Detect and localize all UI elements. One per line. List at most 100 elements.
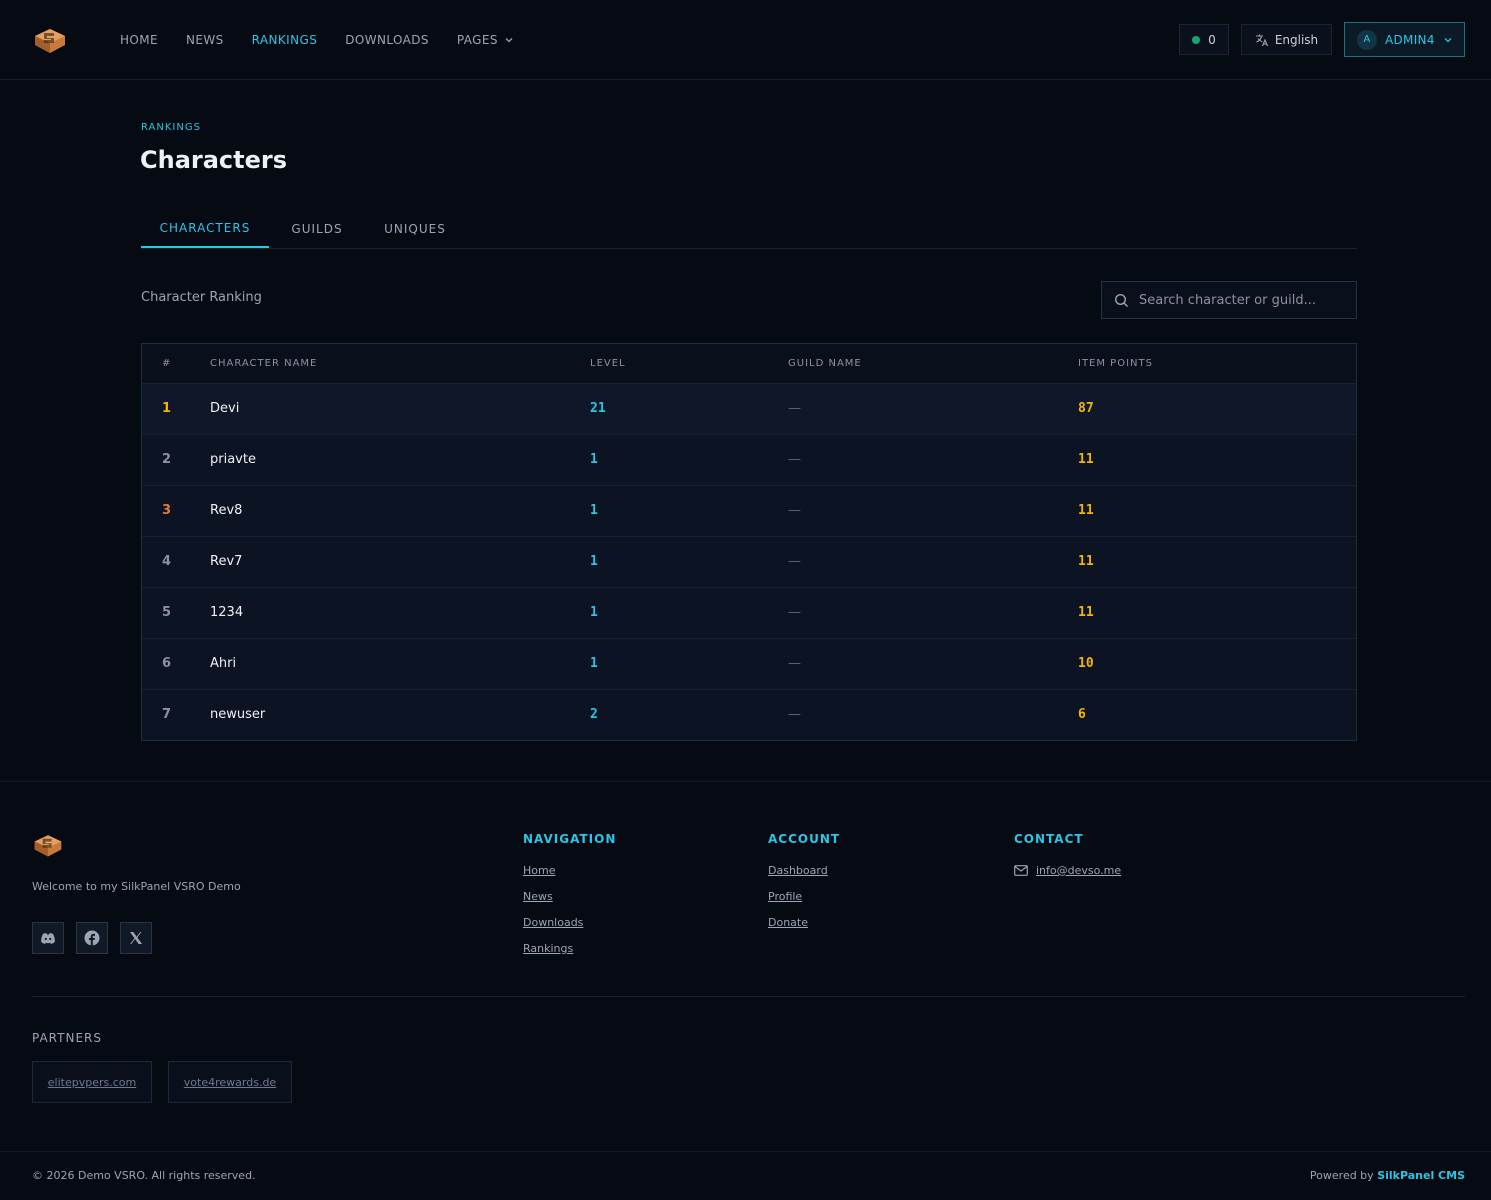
- translate-icon: [1255, 34, 1268, 46]
- chevron-down-icon: [505, 38, 513, 43]
- footer-link-news[interactable]: News: [523, 890, 553, 903]
- character-name-cell[interactable]: Rev7: [210, 554, 242, 569]
- nav-home[interactable]: HOME: [120, 33, 158, 47]
- mail-icon: [1014, 865, 1028, 876]
- character-name-cell[interactable]: Rev8: [210, 503, 242, 518]
- nav-rankings[interactable]: RANKINGS: [252, 33, 318, 47]
- table-row[interactable]: 5 1234 1 — 11: [142, 588, 1356, 639]
- nav-news[interactable]: NEWS: [186, 33, 224, 47]
- item-points-cell: 11: [1078, 554, 1094, 569]
- character-name-cell[interactable]: priavte: [210, 452, 256, 467]
- item-points-cell: 6: [1078, 707, 1086, 722]
- chevron-down-icon: [1444, 37, 1452, 42]
- facebook-button[interactable]: [76, 922, 108, 954]
- guild-name-cell: —: [788, 656, 801, 671]
- rank-cell: 1: [162, 401, 172, 416]
- nav-pages[interactable]: PAGES: [457, 33, 514, 47]
- user-menu-button[interactable]: A ADMIN4: [1344, 22, 1465, 57]
- logo-icon[interactable]: [32, 24, 68, 56]
- footer-link-dashboard[interactable]: Dashboard: [768, 864, 828, 877]
- section-label: Character Ranking: [141, 290, 262, 305]
- ranking-table: # CHARACTER NAME LEVEL GUILD NAME ITEM P…: [141, 343, 1357, 741]
- contact-email-link[interactable]: info@devso.me: [1036, 864, 1121, 877]
- guild-name-cell: —: [788, 707, 801, 722]
- username: ADMIN4: [1385, 32, 1435, 47]
- level-cell: 21: [590, 401, 606, 416]
- site-footer: [0, 781, 1491, 1200]
- rank-cell: 5: [162, 605, 172, 620]
- level-cell: 1: [590, 452, 598, 467]
- guild-name-cell: —: [788, 452, 801, 467]
- tab-uniques[interactable]: UNIQUES: [369, 210, 461, 248]
- header-guild-name[interactable]: GUILD NAME: [788, 358, 862, 369]
- guild-name-cell: —: [788, 554, 801, 569]
- powered-by: Powered by SilkPanel CMS: [1310, 1169, 1465, 1182]
- table-row[interactable]: 3 Rev8 1 — 11: [142, 486, 1356, 537]
- level-cell: 1: [590, 605, 598, 620]
- powered-by-brand-link[interactable]: SilkPanel CMS: [1377, 1169, 1465, 1182]
- partner-link-elitepvpers[interactable]: elitepvpers.com: [32, 1061, 152, 1103]
- nav-pages-label: PAGES: [456, 33, 498, 47]
- footer-contact-title: CONTACT: [1014, 832, 1084, 846]
- table-row[interactable]: 4 Rev7 1 — 11: [142, 537, 1356, 588]
- search-icon: [1114, 293, 1128, 307]
- footer-account-title: ACCOUNT: [768, 832, 841, 846]
- discord-icon: [41, 932, 55, 944]
- level-cell: 1: [590, 554, 598, 569]
- discord-button[interactable]: [32, 922, 64, 954]
- footer-navigation-title: NAVIGATION: [523, 832, 617, 846]
- tab-guilds[interactable]: GUILDS: [273, 210, 361, 248]
- item-points-cell: 11: [1078, 503, 1094, 518]
- item-points-cell: 10: [1078, 656, 1094, 671]
- level-cell: 1: [590, 503, 598, 518]
- item-points-cell: 87: [1078, 401, 1094, 416]
- character-name-cell[interactable]: newuser: [210, 707, 265, 722]
- guild-name-cell: —: [788, 605, 801, 620]
- table-row[interactable]: 2 priavte 1 — 11: [142, 435, 1356, 486]
- rank-cell: 4: [162, 554, 172, 569]
- ranking-tabs: CHARACTERS GUILDS UNIQUES: [141, 210, 1357, 249]
- character-name-cell[interactable]: Devi: [210, 401, 239, 416]
- footer-divider: [32, 996, 1465, 997]
- rank-cell: 3: [162, 503, 172, 518]
- facebook-icon: [84, 930, 100, 946]
- footer-link-profile[interactable]: Profile: [768, 890, 802, 903]
- table-header: # CHARACTER NAME LEVEL GUILD NAME ITEM P…: [142, 344, 1356, 384]
- header-character-name[interactable]: CHARACTER NAME: [210, 358, 317, 369]
- x-twitter-button[interactable]: [120, 922, 152, 954]
- footer-link-donate[interactable]: Donate: [768, 916, 808, 929]
- online-count: 0: [1208, 32, 1216, 47]
- level-cell: 1: [590, 656, 598, 671]
- rank-cell: 7: [162, 707, 172, 722]
- logo-icon[interactable]: [32, 830, 64, 860]
- rank-cell: 2: [162, 452, 172, 467]
- footer-link-home[interactable]: Home: [523, 864, 555, 877]
- rank-cell: 6: [162, 656, 172, 671]
- online-status-pill[interactable]: 0: [1179, 24, 1229, 55]
- character-name-cell[interactable]: 1234: [210, 605, 243, 620]
- partners-title: PARTNERS: [32, 1031, 102, 1045]
- table-row[interactable]: 7 newuser 2 — 6: [142, 690, 1356, 741]
- footer-welcome-text: Welcome to my SilkPanel VSRO Demo: [32, 880, 241, 893]
- nav-downloads[interactable]: DOWNLOADS: [345, 33, 429, 47]
- search-box[interactable]: [1101, 281, 1357, 319]
- powered-by-prefix: Powered by: [1309, 1169, 1374, 1182]
- header-level[interactable]: LEVEL: [590, 358, 626, 369]
- level-cell: 2: [590, 707, 598, 722]
- tab-characters[interactable]: CHARACTERS: [141, 210, 269, 248]
- language-button[interactable]: English: [1241, 24, 1332, 55]
- footer-link-rankings[interactable]: Rankings: [523, 942, 573, 955]
- online-dot-icon: [1192, 35, 1201, 44]
- partner-link-vote4rewards[interactable]: vote4rewards.de: [168, 1061, 292, 1103]
- table-row[interactable]: 1 Devi 21 — 87: [142, 384, 1356, 435]
- header-rank: #: [162, 358, 172, 369]
- avatar: A: [1357, 29, 1377, 50]
- header-item-points[interactable]: ITEM POINTS: [1078, 358, 1153, 369]
- copyright-text: © 2026 Demo VSRO. All rights reserved.: [32, 1169, 256, 1182]
- table-row[interactable]: 6 Ahri 1 — 10: [142, 639, 1356, 690]
- footer-link-downloads[interactable]: Downloads: [523, 916, 583, 929]
- language-label: English: [1274, 32, 1319, 47]
- guild-name-cell: —: [788, 503, 801, 518]
- search-input[interactable]: [1139, 292, 1339, 308]
- character-name-cell[interactable]: Ahri: [210, 656, 236, 671]
